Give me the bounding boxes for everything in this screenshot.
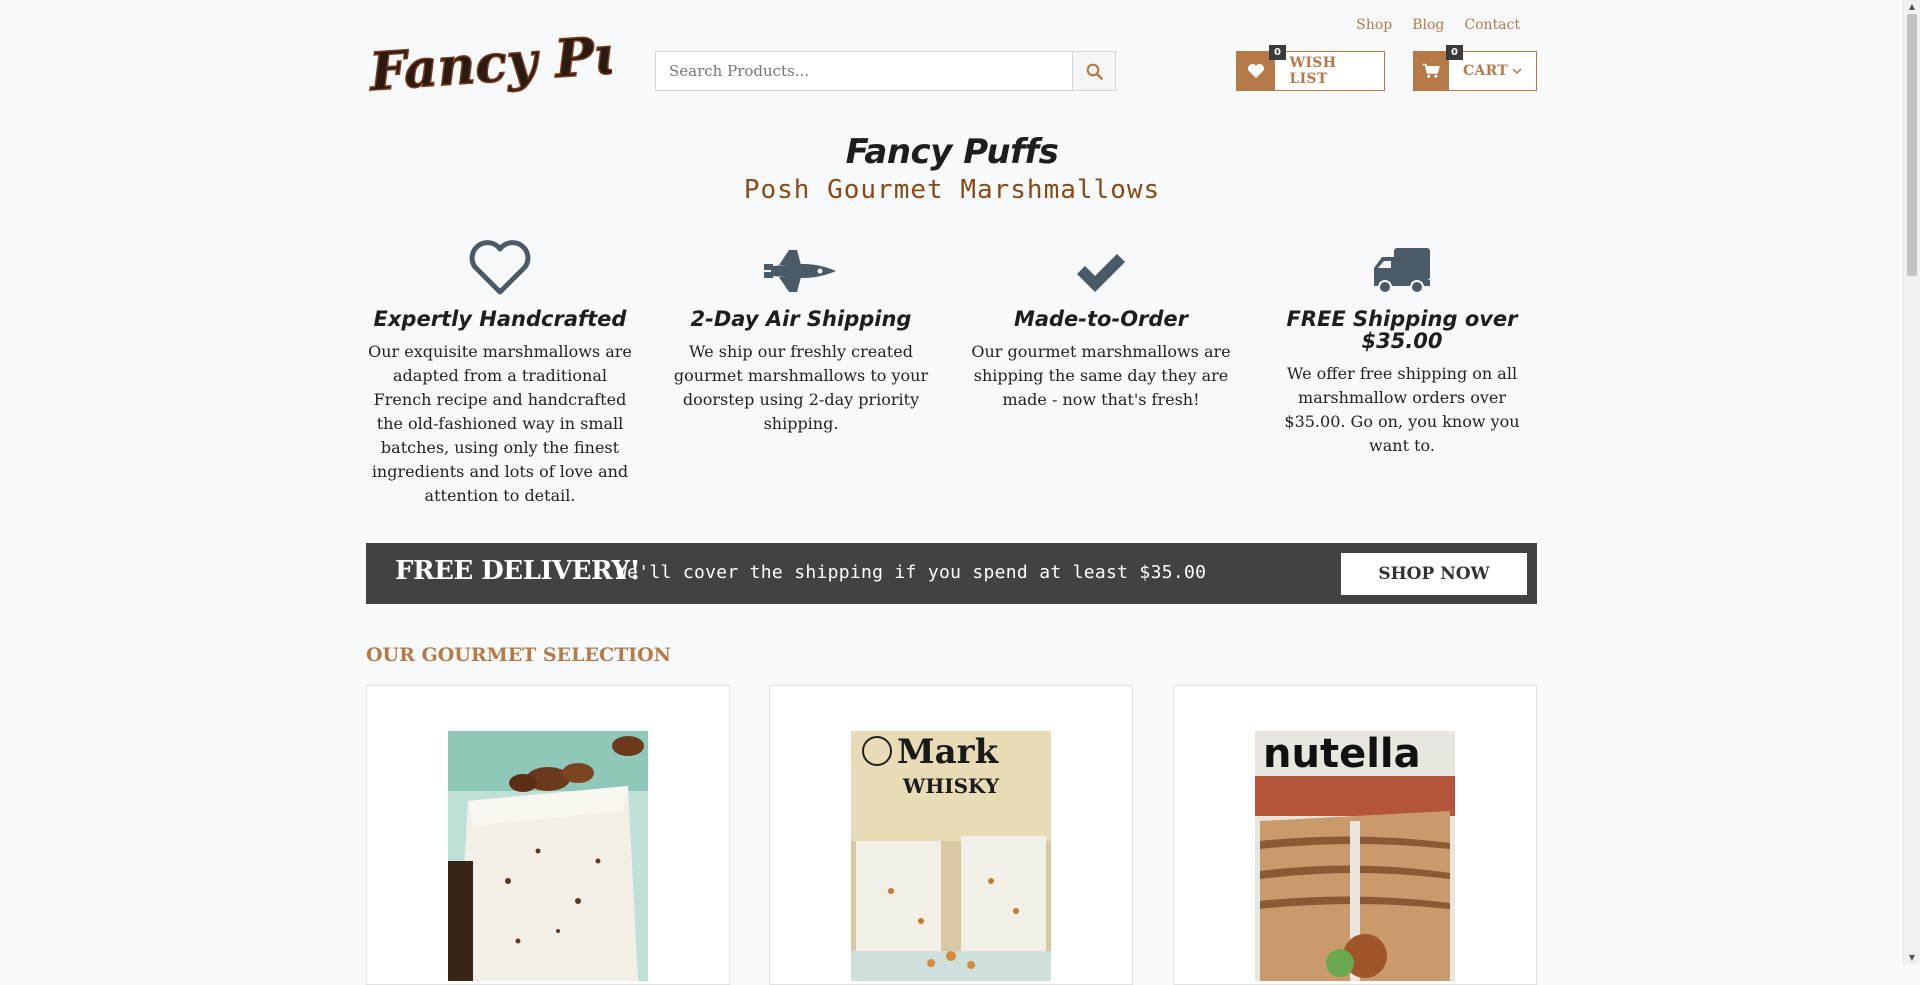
feature-icon-wrap (1268, 230, 1536, 296)
product-card[interactable] (366, 685, 730, 985)
feature-icon-wrap (667, 230, 935, 296)
cart-label-text: CART (1462, 63, 1508, 79)
marshmallow-chocolate-image (448, 731, 648, 981)
nav-link-blog[interactable]: Blog (1412, 17, 1444, 33)
shop-now-button[interactable]: SHOP NOW (1341, 553, 1527, 595)
logo-text: Fancy Puffs (366, 20, 612, 103)
feature-free-shipping: FREE Shipping over $35.00 We offer free … (1268, 230, 1536, 458)
feature-air-shipping: 2-Day Air Shipping We ship our freshly c… (667, 230, 935, 436)
search-button[interactable] (1072, 51, 1116, 91)
marshmallow-whisky-image: Mark WHISKY (851, 731, 1051, 981)
wish-list-count-badge: 0 (1269, 45, 1286, 60)
scroll-up-arrow[interactable]: ▲ (1904, 0, 1920, 14)
feature-text: We ship our freshly created gourmet mars… (673, 342, 929, 433)
feature-icon-wrap (967, 230, 1235, 296)
page-scrollbar[interactable]: ▲ ▼ (1903, 0, 1920, 965)
banner-text: We'll cover the shipping if you spend at… (616, 562, 1207, 583)
product-image-brand: nutella (1263, 731, 1421, 777)
feature-icon-wrap (366, 230, 634, 296)
scroll-down-arrow[interactable]: ▼ (1904, 951, 1920, 965)
search-input[interactable] (655, 51, 1072, 91)
feature-title: Expertly Handcrafted (373, 307, 627, 331)
product-image[interactable]: Mark WHISKY (851, 731, 1051, 981)
nav-link-contact[interactable]: Contact (1464, 17, 1520, 33)
product-card[interactable]: nutella (1173, 685, 1537, 985)
product-image-brand: Mark (897, 732, 1000, 772)
hero-subtitle: Posh Gourmet Marshmallows (743, 175, 1161, 205)
logo-script: Fancy Puffs (365, 18, 707, 104)
feature-made-to-order: Made-to-Order Our gourmet marshmallows a… (967, 230, 1235, 412)
scrollbar-thumb[interactable] (1907, 14, 1917, 276)
marshmallow-nutella-image: nutella (1255, 731, 1455, 981)
space-shuttle-icon (764, 250, 836, 292)
feature-title: 2-Day Air Shipping (690, 307, 912, 331)
feature-text: We offer free shipping on all marshmallo… (1284, 364, 1520, 455)
section-title: OUR GOURMET SELECTION (366, 644, 672, 666)
feature-text: Our exquisite marshmallows are adapted f… (368, 342, 632, 505)
cart-button[interactable]: 0 CART (1413, 45, 1537, 91)
wish-list-label: WISH LIST (1289, 55, 1337, 87)
free-delivery-banner: FREE DELIVERY! We'll cover the shipping … (366, 543, 1537, 604)
wish-list-button[interactable]: 0 WISH LIST (1236, 45, 1385, 91)
cart-icon (1423, 63, 1441, 78)
nav-link-shop[interactable]: Shop (1356, 17, 1392, 33)
product-image[interactable] (448, 731, 648, 981)
product-image-brand-sub: WHISKY (902, 774, 1000, 798)
heart-icon (1248, 63, 1265, 79)
page: Fancy Puffs Shop Blog Contact 0 WISH LIS… (0, 0, 1904, 985)
site-logo[interactable]: Fancy Puffs (365, 18, 707, 110)
cart-icon-box (1414, 52, 1449, 90)
features-row: Expertly Handcrafted Our exquisite marsh… (366, 230, 1537, 510)
feature-text: Our gourmet marshmallows are shipping th… (971, 342, 1231, 409)
chevron-down-icon (1512, 68, 1522, 75)
hero-title: Fancy Puffs (845, 132, 1059, 172)
heart-icon (469, 240, 531, 295)
checkmark-icon (1077, 254, 1125, 292)
truck-icon (1374, 248, 1430, 294)
top-nav: Shop Blog Contact (1356, 17, 1520, 33)
feature-handcrafted: Expertly Handcrafted Our exquisite marsh… (366, 230, 634, 508)
cart-count-badge: 0 (1446, 45, 1463, 60)
feature-title: Made-to-Order (1013, 307, 1189, 331)
product-card[interactable]: Mark WHISKY (769, 685, 1133, 985)
search-icon (1086, 63, 1103, 80)
feature-title: FREE Shipping over $35.00 (1286, 307, 1518, 353)
banner-title: FREE DELIVERY! (395, 556, 641, 586)
search-bar (655, 51, 1116, 91)
product-image[interactable]: nutella (1255, 731, 1455, 981)
